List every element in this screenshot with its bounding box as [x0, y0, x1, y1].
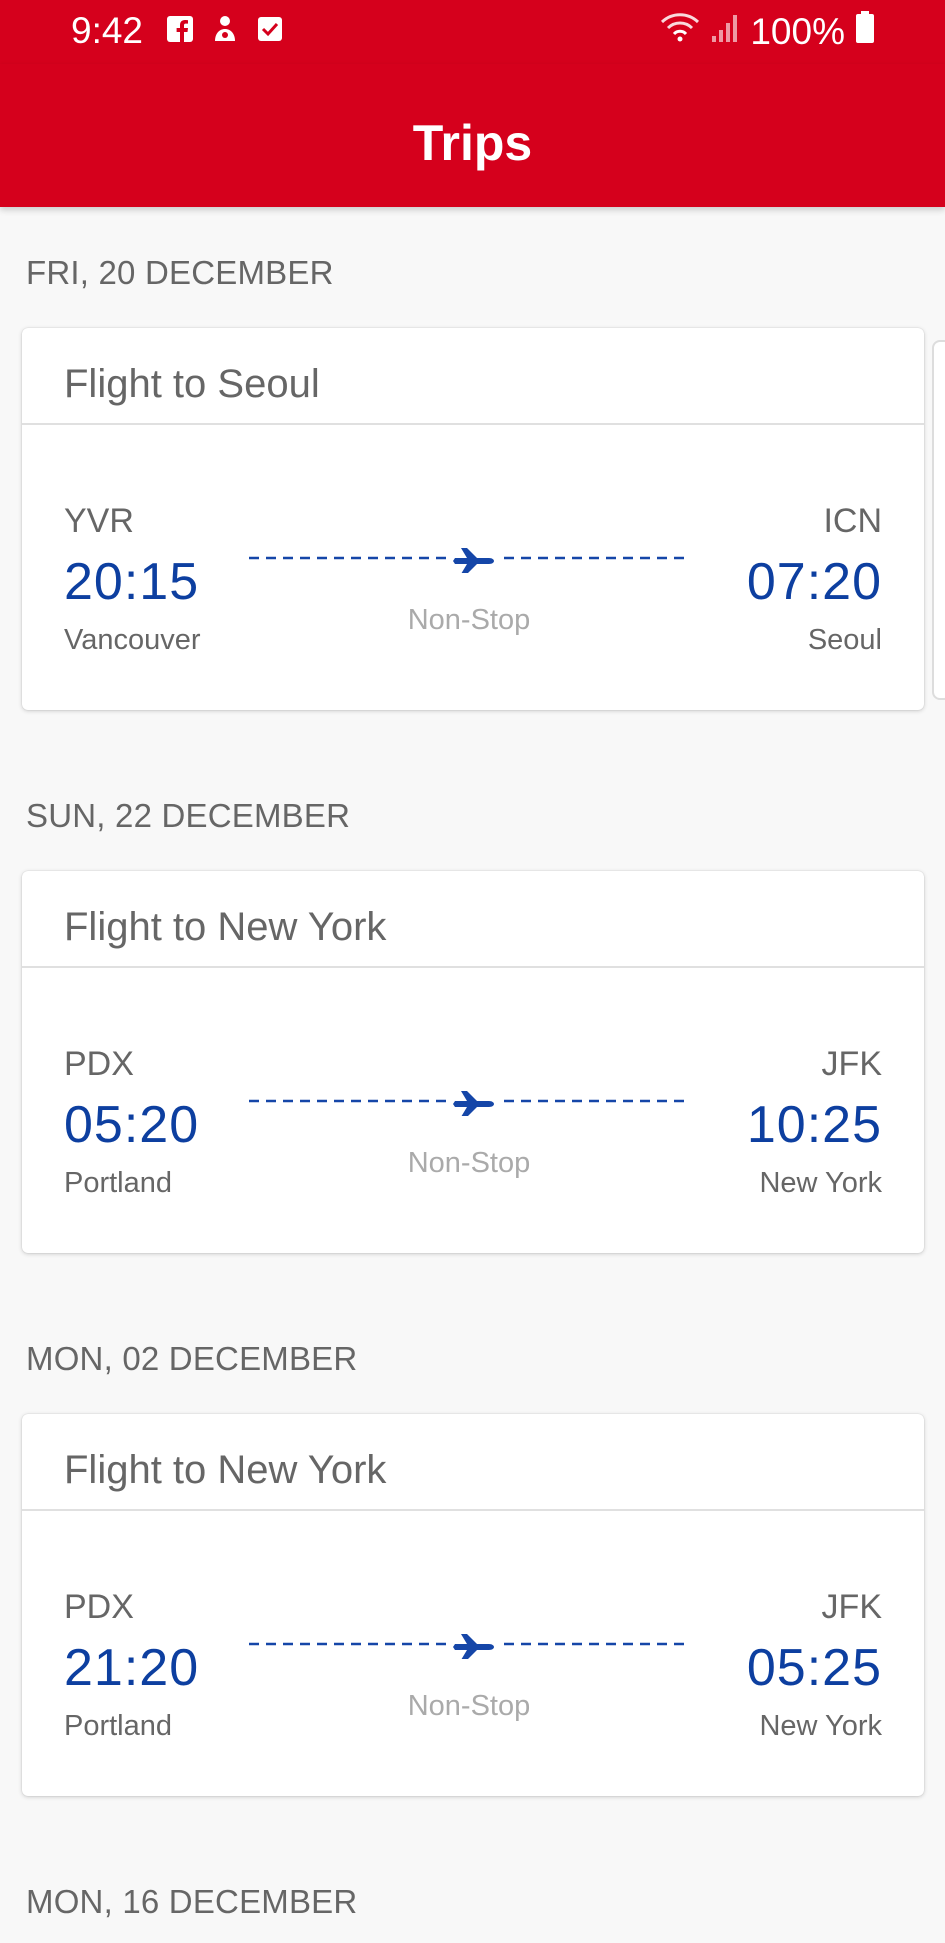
destination-info: JFK 05:25 New York [747, 1590, 882, 1741]
origin-code: PDX [64, 1588, 134, 1626]
arrival-time: 05:25 [746, 1639, 882, 1697]
status-bar: 9:42 100% [0, 0, 945, 64]
origin-info: PDX 21:20 Portland [64, 1590, 199, 1741]
trip-card[interactable]: Flight to New York PDX 05:20 Portland No… [22, 871, 924, 1253]
trip-card-header: Flight to Seoul [22, 328, 924, 425]
trip-card[interactable]: Flight to New York PDX 21:20 Portland No… [22, 1414, 924, 1796]
origin-info: PDX 05:20 Portland [64, 1047, 199, 1198]
arrival-time: 10:25 [746, 1096, 882, 1154]
trip-date-header: MON, 16 DECEMBER [26, 1883, 358, 1920]
next-card-peek [932, 340, 945, 700]
arrival-time: 07:20 [746, 553, 882, 611]
signal-icon [710, 11, 740, 53]
trip-card-header: Flight to New York [22, 1414, 924, 1511]
trip-date-header: FRI, 20 DECEMBER [26, 254, 334, 291]
trip-date-header: SUN, 22 DECEMBER [26, 797, 351, 834]
stops-label: Non-Stop [407, 604, 531, 636]
departure-time: 20:15 [64, 553, 200, 611]
flight-route-line [249, 1086, 689, 1116]
notification-icon [210, 14, 240, 44]
trip-card[interactable]: Flight to Seoul YVR 20:15 Vancouver Non-… [22, 328, 924, 710]
trip-card-header: Flight to New York [22, 871, 924, 968]
destination-code: ICN [823, 502, 882, 540]
flight-route-line [249, 1629, 689, 1659]
flight-route-line [249, 543, 689, 573]
departure-time: 21:20 [64, 1639, 200, 1697]
destination-info: JFK 10:25 New York [747, 1047, 882, 1198]
trip-title: Flight to Seoul [64, 362, 320, 406]
trip-title: Flight to New York [64, 905, 387, 949]
airplane-icon [449, 1091, 501, 1116]
destination-code: JFK [821, 1045, 882, 1083]
stops-label: Non-Stop [407, 1147, 531, 1179]
facebook-icon [165, 14, 195, 44]
origin-code: PDX [64, 1045, 134, 1083]
battery-icon [855, 10, 875, 53]
destination-code: JFK [821, 1588, 882, 1626]
airplane-icon [449, 548, 501, 573]
destination-city: Seoul [807, 624, 882, 656]
origin-info: YVR 20:15 Vancouver [64, 504, 201, 655]
destination-info: ICN 07:20 Seoul [747, 504, 882, 655]
stops-label: Non-Stop [407, 1690, 531, 1722]
wifi-icon [660, 10, 700, 53]
destination-city: New York [759, 1167, 882, 1199]
status-time: 9:42 [71, 10, 144, 51]
origin-code: YVR [64, 502, 134, 540]
battery-text: 100% [750, 10, 845, 52]
airplane-icon [449, 1634, 501, 1659]
destination-city: New York [759, 1710, 882, 1742]
origin-city: Portland [64, 1710, 173, 1742]
trip-date-header: MON, 02 DECEMBER [26, 1340, 358, 1377]
origin-city: Portland [64, 1167, 173, 1199]
app-bar: Trips [0, 64, 945, 207]
departure-time: 05:20 [64, 1096, 200, 1154]
page-title: Trips [412, 115, 533, 171]
trip-title: Flight to New York [64, 1448, 387, 1492]
checkbox-icon [255, 14, 285, 44]
origin-city: Vancouver [64, 624, 201, 656]
